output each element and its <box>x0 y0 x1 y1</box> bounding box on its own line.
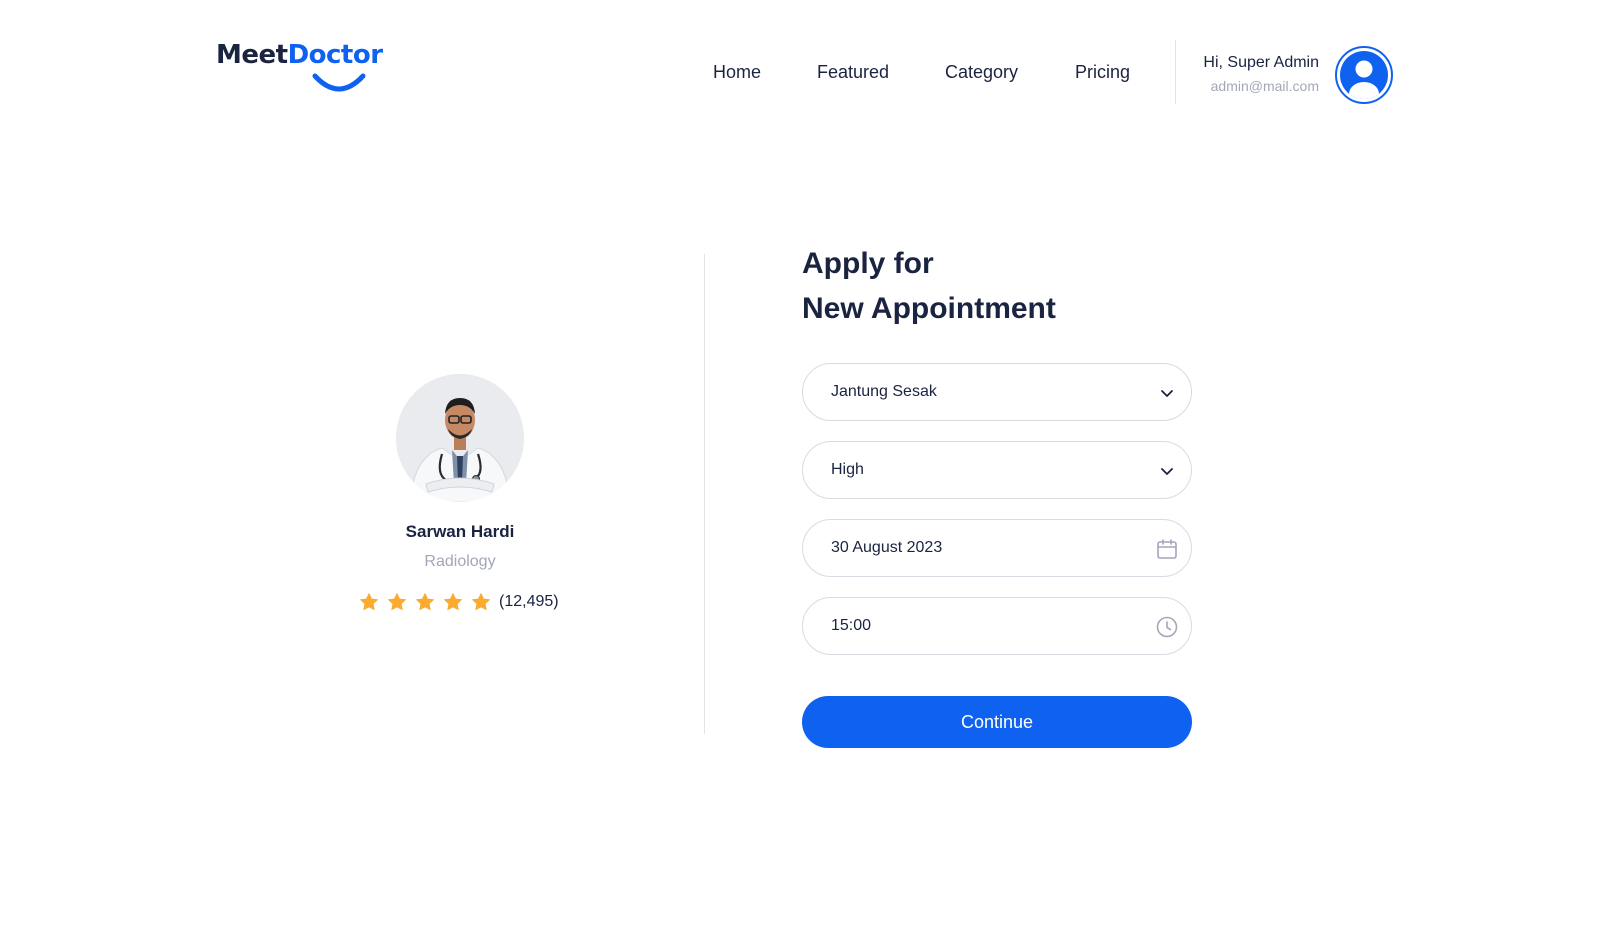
doctor-specialty: Radiology <box>424 553 496 570</box>
user-greeting: Hi, Super Admin <box>1203 54 1319 71</box>
complaint-value: Jantung Sesak <box>831 383 937 400</box>
time-input[interactable]: 15:00 <box>802 597 1192 655</box>
nav-pricing[interactable]: Pricing <box>1075 62 1130 83</box>
level-select[interactable]: High <box>802 441 1192 499</box>
doctor-rating: (12,495) <box>358 591 559 613</box>
user-email: admin@mail.com <box>1210 78 1319 94</box>
doctor-photo <box>396 374 524 502</box>
star-icon <box>359 592 379 611</box>
continue-button[interactable]: Continue <box>802 696 1192 748</box>
time-value: 15:00 <box>831 617 872 634</box>
clock-icon[interactable] <box>1155 615 1179 639</box>
date-value: 30 August 2023 <box>831 539 943 556</box>
star-icon <box>443 592 463 611</box>
review-count: (12,495) <box>499 593 559 610</box>
logo-meet: Meet <box>216 40 288 70</box>
user-circle-icon <box>1340 51 1388 99</box>
form-title: Apply for New Appointment <box>802 241 1056 331</box>
doctor-portrait-image <box>396 374 524 502</box>
form-title-line2: New Appointment <box>802 292 1056 325</box>
header: MeetDoctor Home Featured Category Pricin… <box>0 0 1600 130</box>
complaint-select[interactable]: Jantung Sesak <box>802 363 1192 421</box>
date-input[interactable]: 30 August 2023 <box>802 519 1192 577</box>
level-value: High <box>831 461 864 478</box>
logo[interactable]: MeetDoctor <box>216 42 386 102</box>
logo-smile-icon <box>312 73 366 92</box>
user-avatar[interactable] <box>1335 46 1393 104</box>
logo-text: MeetDoctor <box>216 42 386 68</box>
form-title-line1: Apply for <box>802 247 934 280</box>
star-icon <box>471 592 491 611</box>
chevron-down-icon <box>1161 390 1173 397</box>
nav-featured[interactable]: Featured <box>817 62 889 83</box>
nav-category[interactable]: Category <box>945 62 1018 83</box>
section-divider <box>704 254 705 734</box>
header-divider <box>1175 40 1176 104</box>
star-icon <box>415 592 435 611</box>
logo-doctor: Doctor <box>287 40 383 70</box>
calendar-icon[interactable] <box>1155 537 1179 561</box>
doctor-name: Sarwan Hardi <box>405 522 515 541</box>
chevron-down-icon <box>1161 468 1173 475</box>
star-icon <box>387 592 407 611</box>
nav-home[interactable]: Home <box>713 62 761 83</box>
